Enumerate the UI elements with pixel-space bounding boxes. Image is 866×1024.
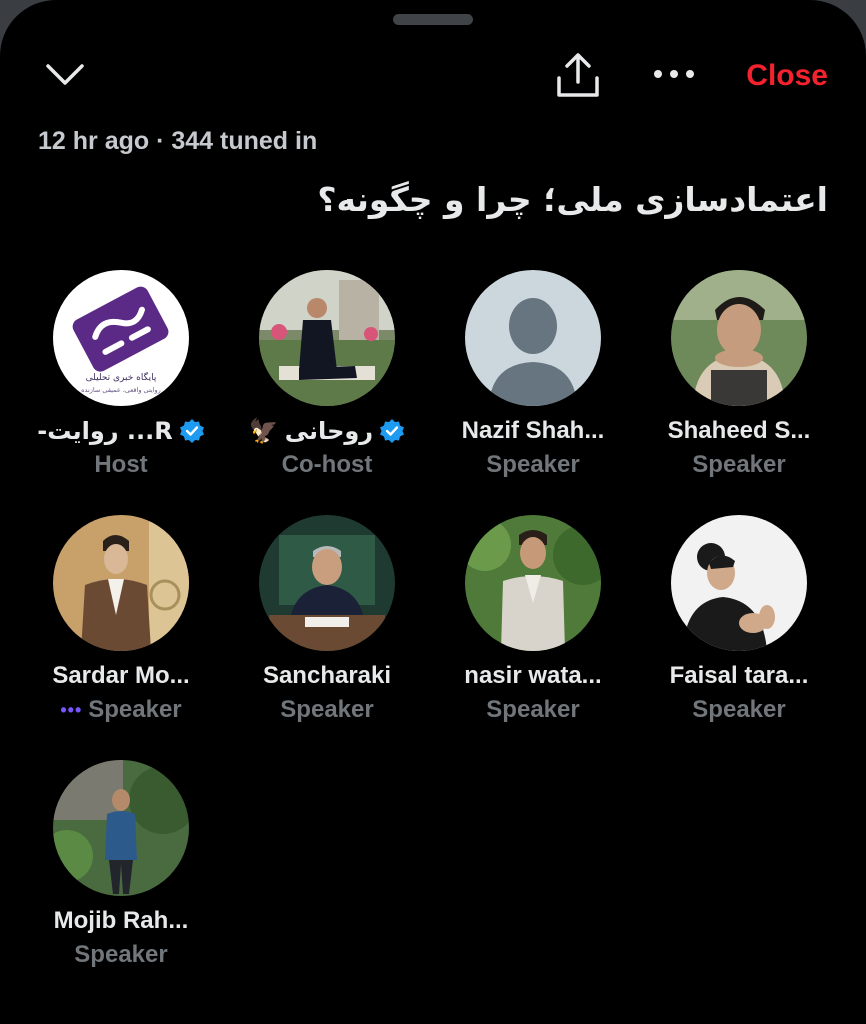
role-row: Speaker: [18, 938, 224, 972]
top-bar: Close: [0, 44, 866, 108]
more-icon: [654, 70, 694, 78]
participant-speaker[interactable]: Mojib Rah... Speaker: [18, 760, 224, 990]
role-row: ••• Speaker: [18, 693, 224, 727]
name-row: Nazif Shah...: [430, 414, 636, 448]
participant-role: Speaker: [74, 941, 168, 968]
name-row: Shaheed S...: [636, 414, 842, 448]
avatar: [53, 760, 189, 896]
role-row: Host: [18, 448, 224, 482]
name-row: Mojib Rah...: [18, 904, 224, 938]
close-button[interactable]: Close: [746, 58, 828, 94]
avatar: [671, 270, 807, 406]
participant-speaker[interactable]: Sancharaki Speaker: [224, 515, 430, 745]
avatar: پایگاه خبری تحلیلی روایتی واقعی، عمیقی س…: [53, 270, 189, 406]
participant-role: Speaker: [280, 696, 374, 723]
name-row: R... روایت-: [18, 414, 224, 448]
sheet-grabber[interactable]: [393, 14, 473, 25]
more-options-button[interactable]: [646, 54, 702, 94]
role-row: Speaker: [636, 693, 842, 727]
chevron-down-icon: [46, 64, 84, 85]
space-sheet: Close 12 hr ago · 344 tuned in اعتمادساز…: [0, 0, 866, 1024]
avatar: [53, 515, 189, 651]
name-row: Sardar Mo...: [18, 659, 224, 693]
name-row: Faisal tara...: [636, 659, 842, 693]
participant-name: Faisal tara...: [669, 662, 809, 689]
participant-role: Speaker: [692, 451, 786, 478]
avatar: [465, 515, 601, 651]
participant-name: Sardar Mo...: [52, 662, 190, 689]
participant-name: Nazif Shah...: [461, 417, 605, 444]
participant-speaker[interactable]: Faisal tara... Speaker: [636, 515, 842, 745]
role-row: Speaker: [430, 448, 636, 482]
verified-icon: [179, 418, 205, 444]
participant-role: Speaker: [88, 696, 182, 723]
participant-role: Host: [94, 451, 148, 478]
participant-speaker[interactable]: Shaheed S... Speaker: [636, 270, 842, 500]
participant-role: Speaker: [486, 696, 580, 723]
eagle-emoji: 🦅: [248, 417, 279, 445]
participant-name: R... روایت-: [37, 417, 173, 445]
participant-speaker[interactable]: nasir wata... Speaker: [430, 515, 636, 745]
participant-speaker[interactable]: Nazif Shah... Speaker: [430, 270, 636, 500]
participant-speaker[interactable]: Sardar Mo... ••• Speaker: [18, 515, 224, 745]
avatar: [671, 515, 807, 651]
space-title: اعتمادسازی ملی؛ چرا و چگونه؟: [317, 180, 828, 219]
avatar: [465, 270, 601, 406]
logo-text-line1: پایگاه خبری تحلیلی: [86, 371, 157, 383]
participant-name: nasir wata...: [464, 662, 602, 689]
role-row: Co-host: [224, 448, 430, 482]
participant-host[interactable]: پایگاه خبری تحلیلی روایتی واقعی، عمیقی س…: [18, 270, 224, 500]
participant-name: Shaheed S...: [667, 417, 811, 444]
participant-role: Speaker: [692, 696, 786, 723]
name-row: 🦅 روحانی: [224, 414, 430, 448]
verified-icon: [379, 418, 405, 444]
share-button[interactable]: [550, 50, 606, 102]
logo-text-line2: روایتی واقعی، عمیقی سازنده: [81, 386, 161, 394]
avatar: [259, 515, 395, 651]
role-row: Speaker: [224, 693, 430, 727]
speaking-indicator-icon: •••: [60, 699, 83, 720]
default-avatar-icon: [465, 270, 601, 406]
participant-role: Speaker: [486, 451, 580, 478]
role-row: Speaker: [430, 693, 636, 727]
participant-name: Mojib Rah...: [53, 907, 189, 934]
name-row: Sancharaki: [224, 659, 430, 693]
avatar: [259, 270, 395, 406]
space-meta: 12 hr ago · 344 tuned in: [38, 127, 318, 155]
participant-name: روحانی: [284, 417, 374, 445]
participant-cohost[interactable]: 🦅 روحانی Co-host: [224, 270, 430, 500]
participant-role: Co-host: [281, 451, 373, 478]
name-row: nasir wata...: [430, 659, 636, 693]
share-icon: [557, 53, 599, 97]
participant-name: Sancharaki: [262, 662, 392, 689]
role-row: Speaker: [636, 448, 842, 482]
collapse-button[interactable]: [40, 56, 90, 96]
